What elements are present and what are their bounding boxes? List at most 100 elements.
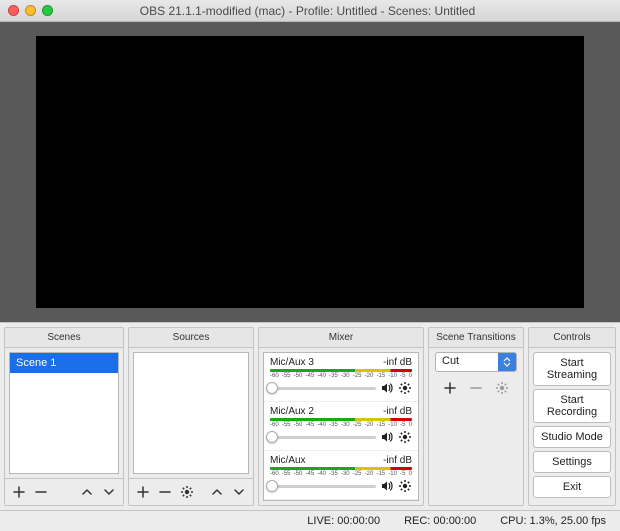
meter-ticks: -60-55-50-45-40-35-30-25-20-15-10-50 xyxy=(270,373,412,379)
tick-label: 0 xyxy=(409,422,412,428)
transitions-panel: Scene Transitions Cut xyxy=(428,327,524,506)
tick-label: -45 xyxy=(305,373,314,379)
speaker-icon[interactable] xyxy=(380,479,394,493)
channel-settings-icon[interactable] xyxy=(398,479,412,493)
source-settings-button[interactable] xyxy=(177,482,197,502)
tick-label: -30 xyxy=(341,471,350,477)
tick-label: -40 xyxy=(317,471,326,477)
channel-level: -inf dB xyxy=(383,406,412,417)
transitions-body: Cut xyxy=(429,348,523,402)
tick-label: -35 xyxy=(329,373,338,379)
remove-scene-button[interactable] xyxy=(31,482,51,502)
vu-meter xyxy=(270,467,412,470)
tick-label: -45 xyxy=(305,471,314,477)
tick-label: -20 xyxy=(365,471,374,477)
slider-thumb[interactable] xyxy=(266,480,278,492)
controls-panel: Controls Start Streaming Start Recording… xyxy=(528,327,616,506)
tick-label: -35 xyxy=(329,471,338,477)
start-recording-button[interactable]: Start Recording xyxy=(533,389,611,423)
channel-level: -inf dB xyxy=(383,455,412,466)
tick-label: -50 xyxy=(294,373,303,379)
transition-select[interactable]: Cut xyxy=(435,352,517,372)
scenes-header: Scenes xyxy=(5,328,123,348)
start-streaming-button[interactable]: Start Streaming xyxy=(533,352,611,386)
tick-label: -60 xyxy=(270,471,279,477)
tick-label: -20 xyxy=(365,373,374,379)
sources-footer xyxy=(129,478,253,505)
mixer-channel: Mic/Aux 3 -inf dB -60-55-50-45-40-35-30-… xyxy=(264,353,418,402)
tick-label: -35 xyxy=(329,422,338,428)
settings-button[interactable]: Settings xyxy=(533,451,611,473)
meter-ticks: -60-55-50-45-40-35-30-25-20-15-10-50 xyxy=(270,422,412,428)
channel-name: Mic/Aux 3 xyxy=(270,357,314,368)
add-source-button[interactable] xyxy=(133,482,153,502)
slider-thumb[interactable] xyxy=(266,382,278,394)
tick-label: -25 xyxy=(353,373,362,379)
channel-name: Mic/Aux xyxy=(270,455,306,466)
tick-label: -55 xyxy=(282,471,291,477)
scenes-list[interactable]: Scene 1 xyxy=(9,352,119,474)
scene-down-button[interactable] xyxy=(99,482,119,502)
remove-transition-button[interactable] xyxy=(466,378,486,398)
scene-up-button[interactable] xyxy=(77,482,97,502)
tick-label: -5 xyxy=(400,373,405,379)
mixer-channel: Mic/Aux -inf dB -60-55-50-45-40-35-30-25… xyxy=(264,451,418,500)
vu-meter xyxy=(270,369,412,372)
meter-ticks: -60-55-50-45-40-35-30-25-20-15-10-50 xyxy=(270,471,412,477)
titlebar: OBS 21.1.1-modified (mac) - Profile: Unt… xyxy=(0,0,620,22)
bottom-panels: Scenes Scene 1 Sources Mixer xyxy=(0,322,620,510)
status-bar: LIVE: 00:00:00 REC: 00:00:00 CPU: 1.3%, … xyxy=(0,510,620,531)
channel-level: -inf dB xyxy=(383,357,412,368)
tick-label: -55 xyxy=(282,422,291,428)
tick-label: -5 xyxy=(400,422,405,428)
scenes-footer xyxy=(5,478,123,505)
channel-settings-icon[interactable] xyxy=(398,381,412,395)
mixer-panel: Mixer Mic/Aux 3 -inf dB -60-55-50-45-40-… xyxy=(258,327,424,506)
studio-mode-button[interactable]: Studio Mode xyxy=(533,426,611,448)
tick-label: -30 xyxy=(341,373,350,379)
tick-label: -60 xyxy=(270,373,279,379)
tick-label: -5 xyxy=(400,471,405,477)
tick-label: -60 xyxy=(270,422,279,428)
status-rec: REC: 00:00:00 xyxy=(404,515,476,527)
tick-label: -45 xyxy=(305,422,314,428)
tick-label: -10 xyxy=(388,373,397,379)
window-title: OBS 21.1.1-modified (mac) - Profile: Unt… xyxy=(3,4,612,18)
vu-meter xyxy=(270,418,412,421)
add-transition-button[interactable] xyxy=(440,378,460,398)
tick-label: -50 xyxy=(294,422,303,428)
mixer-channel: Mic/Aux 2 -inf dB -60-55-50-45-40-35-30-… xyxy=(264,402,418,451)
transition-settings-button[interactable] xyxy=(492,378,512,398)
source-up-button[interactable] xyxy=(207,482,227,502)
add-scene-button[interactable] xyxy=(9,482,29,502)
volume-slider[interactable] xyxy=(270,485,376,488)
video-preview[interactable] xyxy=(36,36,584,308)
slider-thumb[interactable] xyxy=(266,431,278,443)
speaker-icon[interactable] xyxy=(380,430,394,444)
tick-label: -25 xyxy=(353,422,362,428)
exit-button[interactable]: Exit xyxy=(533,476,611,498)
tick-label: 0 xyxy=(409,373,412,379)
scene-item[interactable]: Scene 1 xyxy=(10,353,118,373)
tick-label: -20 xyxy=(365,422,374,428)
tick-label: -40 xyxy=(317,422,326,428)
remove-source-button[interactable] xyxy=(155,482,175,502)
sources-list[interactable] xyxy=(133,352,249,474)
channel-name: Mic/Aux 2 xyxy=(270,406,314,417)
volume-slider[interactable] xyxy=(270,436,376,439)
preview-area xyxy=(0,22,620,322)
tick-label: -10 xyxy=(388,471,397,477)
volume-slider[interactable] xyxy=(270,387,376,390)
tick-label: 0 xyxy=(409,471,412,477)
tick-label: -15 xyxy=(376,471,385,477)
speaker-icon[interactable] xyxy=(380,381,394,395)
tick-label: -50 xyxy=(294,471,303,477)
tick-label: -30 xyxy=(341,422,350,428)
select-arrows-icon xyxy=(498,353,516,371)
tick-label: -25 xyxy=(353,471,362,477)
tick-label: -40 xyxy=(317,373,326,379)
source-down-button[interactable] xyxy=(229,482,249,502)
mixer-header: Mixer xyxy=(259,328,423,348)
channel-settings-icon[interactable] xyxy=(398,430,412,444)
transitions-header: Scene Transitions xyxy=(429,328,523,348)
